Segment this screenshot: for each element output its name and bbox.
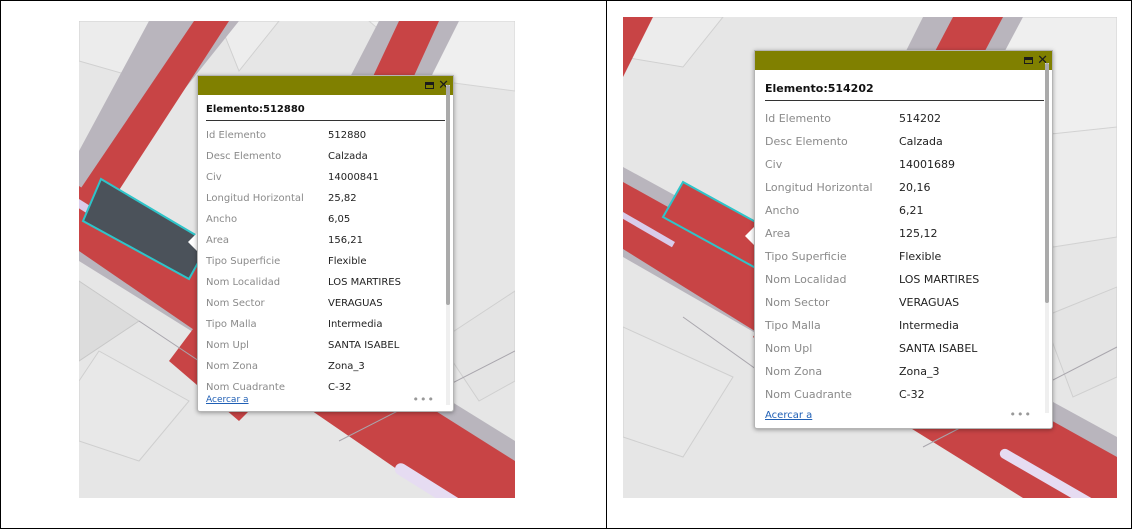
field-label: Nom Localidad: [765, 273, 847, 286]
table-row: Civ 14001689: [765, 153, 1052, 176]
field-value: 514202: [899, 112, 941, 125]
table-row: Nom Sector VERAGUAS: [765, 291, 1052, 314]
field-label: Nom Sector: [206, 298, 265, 309]
field-label: Nom Sector: [765, 296, 830, 309]
maximize-icon[interactable]: [1024, 57, 1034, 64]
table-row: Nom Zona Zona_3: [765, 360, 1052, 383]
table-row: Id Elemento 514202: [765, 107, 1052, 130]
field-value: 14000841: [328, 172, 379, 183]
table-row: Nom Upl SANTA ISABEL: [765, 337, 1052, 360]
field-value: VERAGUAS: [328, 298, 383, 309]
field-label: Nom Cuadrante: [765, 388, 852, 401]
scrollbar-thumb[interactable]: [446, 85, 450, 305]
table-row: Tipo Malla Intermedia: [765, 314, 1052, 337]
field-label: Civ: [206, 172, 222, 183]
field-value: Flexible: [328, 256, 367, 267]
field-value: Calzada: [899, 135, 943, 148]
field-label: Area: [765, 227, 791, 240]
more-options-icon[interactable]: •••: [1010, 408, 1032, 421]
table-row: Area 125,12: [765, 222, 1052, 245]
popup-left: ✕ Elemento:512880 Id Elemento 512880 Desc…: [197, 75, 454, 412]
field-label: Longitud Horizontal: [765, 181, 873, 194]
field-value: Calzada: [328, 151, 368, 162]
table-row: Nom Localidad LOS MARTIRES: [206, 272, 453, 293]
zoom-to-link[interactable]: Acercar a: [206, 395, 249, 405]
field-value: VERAGUAS: [899, 296, 960, 309]
field-value: 14001689: [899, 158, 955, 171]
table-row: Desc Elemento Calzada: [206, 146, 453, 167]
maximize-icon[interactable]: [425, 82, 435, 89]
field-label: Desc Elemento: [206, 151, 282, 162]
table-row: Nom Zona Zona_3: [206, 356, 453, 377]
table-row: Tipo Superficie Flexible: [765, 245, 1052, 268]
field-value: 512880: [328, 130, 367, 141]
field-label: Ancho: [206, 214, 238, 225]
field-value: 125,12: [899, 227, 938, 240]
field-label: Desc Elemento: [765, 135, 848, 148]
field-label: Longitud Horizontal: [206, 193, 304, 204]
table-row: Ancho 6,05: [206, 209, 453, 230]
table-row: Tipo Malla Intermedia: [206, 314, 453, 335]
field-value: 25,82: [328, 193, 357, 204]
popup-pointer-left: [188, 233, 197, 251]
popup-header-left: ✕: [198, 76, 453, 95]
field-value: LOS MARTIRES: [899, 273, 980, 286]
scrollbar-thumb[interactable]: [1045, 63, 1049, 303]
table-cell-right: ✕ Elemento:514202 Id Elemento 514202 Desc…: [606, 0, 1132, 529]
popup-header-right: ✕: [755, 51, 1052, 70]
field-value: SANTA ISABEL: [899, 342, 978, 355]
table-row: Longitud Horizontal 20,16: [765, 176, 1052, 199]
field-value: 20,16: [899, 181, 931, 194]
field-value: C-32: [899, 388, 925, 401]
table-row: Nom Upl SANTA ISABEL: [206, 335, 453, 356]
field-value: Flexible: [899, 250, 942, 263]
table-row: Tipo Superficie Flexible: [206, 251, 453, 272]
popup-scrollbar[interactable]: [1045, 63, 1049, 413]
popup-footer-left: Acercar a •••: [198, 393, 453, 411]
field-value: Intermedia: [899, 319, 959, 332]
field-label: Tipo Malla: [206, 319, 257, 330]
popup-rows-left: Id Elemento 512880 Desc Elemento Calzada C…: [206, 85, 453, 405]
field-label: Nom Zona: [206, 361, 258, 372]
field-value: Zona_3: [328, 361, 365, 372]
field-label: Id Elemento: [206, 130, 266, 141]
table-cell-left: ✕ Elemento:512880 Id Elemento 512880 Desc…: [0, 0, 607, 529]
table-row: Nom Sector VERAGUAS: [206, 293, 453, 314]
table-row: Longitud Horizontal 25,82: [206, 188, 453, 209]
popup-scrollbar[interactable]: [446, 85, 450, 405]
field-label: Nom Localidad: [206, 277, 281, 288]
field-label: Tipo Superficie: [206, 256, 281, 267]
table-row: Civ 14000841: [206, 167, 453, 188]
table-row: Ancho 6,21: [765, 199, 1052, 222]
field-value: 156,21: [328, 235, 363, 246]
field-value: SANTA ISABEL: [328, 340, 400, 351]
field-value: Zona_3: [899, 365, 940, 378]
field-label: Tipo Malla: [765, 319, 821, 332]
popup-rows-right: Id Elemento 514202 Desc Elemento Calzada C…: [765, 63, 1052, 413]
field-label: Nom Upl: [206, 340, 249, 351]
field-value: LOS MARTIRES: [328, 277, 401, 288]
table-row: Desc Elemento Calzada: [765, 130, 1052, 153]
field-label: Tipo Superficie: [765, 250, 847, 263]
zoom-to-link[interactable]: Acercar a: [765, 410, 812, 421]
field-label: Nom Zona: [765, 365, 823, 378]
popup-pointer-right: [745, 227, 754, 245]
field-label: Id Elemento: [765, 112, 831, 125]
table-row: Id Elemento 512880: [206, 125, 453, 146]
field-label: Nom Upl: [765, 342, 813, 355]
popup-right: ✕ Elemento:514202 Id Elemento 514202 Desc…: [754, 50, 1053, 429]
field-label: Area: [206, 235, 230, 246]
field-value: 6,05: [328, 214, 351, 225]
popup-title-right: Elemento:514202: [765, 82, 1044, 101]
table-row: Area 156,21: [206, 230, 453, 251]
popup-title-left: Elemento:512880: [206, 104, 445, 121]
field-label: Ancho: [765, 204, 800, 217]
table-row: Nom Cuadrante C-32: [765, 383, 1052, 406]
popup-footer-right: Acercar a •••: [755, 408, 1052, 428]
field-value: Intermedia: [328, 319, 383, 330]
field-label: Civ: [765, 158, 783, 171]
table-row: Nom Localidad LOS MARTIRES: [765, 268, 1052, 291]
more-options-icon[interactable]: •••: [413, 393, 435, 406]
field-value: 6,21: [899, 204, 924, 217]
